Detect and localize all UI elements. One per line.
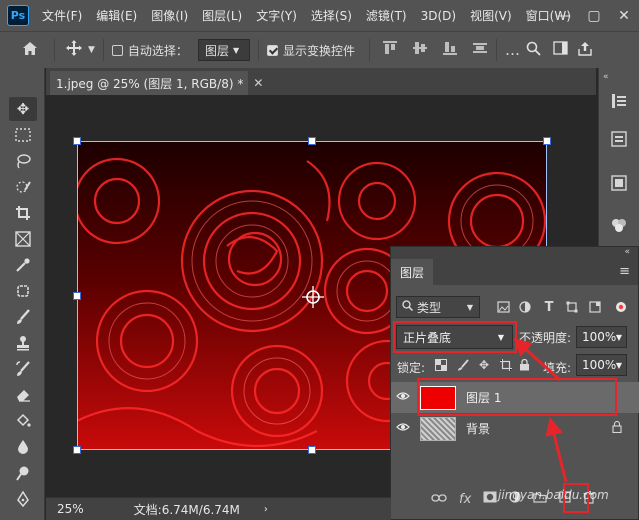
chevron-right-icon[interactable]: › [264, 504, 268, 515]
status-bar: 25% 文档:6.74M/6.74M › [46, 497, 391, 520]
zoom-level[interactable]: 25% [57, 502, 84, 516]
document-size: 文档:6.74M/6.74M [133, 502, 240, 517]
annotation-arrows [513, 337, 568, 483]
arrow-to-layer [545, 417, 568, 483]
arrow-to-blend-mode [513, 337, 562, 382]
watermark: jingyan.baidu.com [498, 488, 609, 502]
